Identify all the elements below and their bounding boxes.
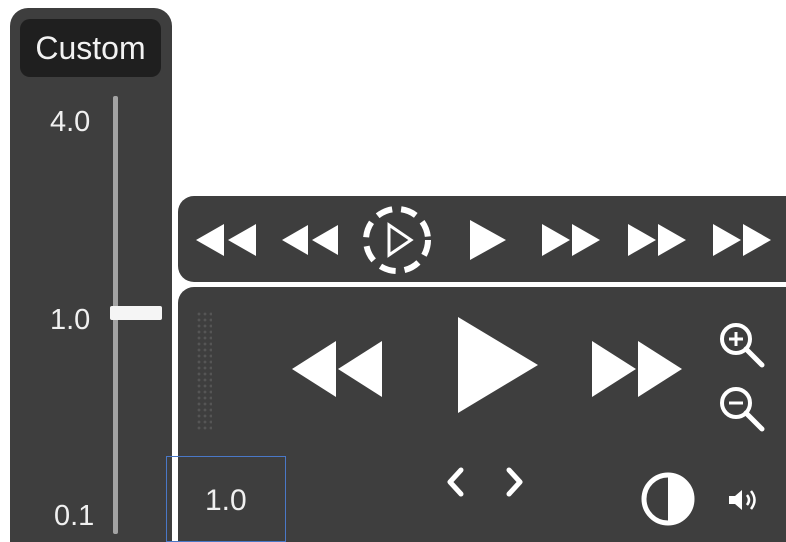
play-button[interactable]	[468, 218, 508, 262]
speed-tick-mid: 1.0	[50, 304, 91, 336]
forward-fastest-icon	[713, 224, 771, 256]
play-icon	[470, 220, 506, 260]
contrast-button[interactable]	[638, 471, 698, 527]
zoom-out-button[interactable]	[718, 385, 768, 435]
forward-fast-icon	[628, 224, 686, 256]
rewind-icon	[282, 225, 338, 255]
rewind-button[interactable]	[278, 220, 342, 260]
loop-play-button[interactable]	[361, 204, 433, 276]
rewind-icon	[292, 341, 382, 397]
zoom-out-icon	[720, 387, 765, 432]
forward-fast-button[interactable]	[626, 220, 690, 260]
speed-slider-thumb[interactable]	[110, 306, 162, 320]
play-icon	[458, 317, 538, 413]
speed-tick-min: 0.1	[54, 500, 95, 532]
speed-panel: Custom 4.0 1.0 0.1	[10, 8, 172, 542]
fast-forward-icon	[592, 341, 682, 397]
rewind-large-button[interactable]	[288, 337, 384, 401]
contrast-icon	[641, 472, 695, 526]
fast-forward-large-button[interactable]	[590, 337, 686, 401]
speed-tick-max: 4.0	[50, 106, 91, 138]
speaker-icon	[729, 490, 756, 510]
forward-button[interactable]	[540, 220, 604, 260]
previous-frame-button[interactable]	[444, 465, 466, 499]
zoom-in-icon	[720, 323, 765, 368]
chevron-left-icon	[447, 467, 464, 497]
custom-speed-label[interactable]: Custom	[20, 19, 161, 77]
drag-grip-icon[interactable]	[196, 311, 212, 431]
forward-fastest-button[interactable]	[711, 220, 775, 260]
rewind-fast-button[interactable]	[194, 220, 258, 260]
chevron-right-icon	[506, 467, 523, 497]
transport-bar	[178, 196, 786, 282]
forward-icon	[542, 224, 600, 256]
loop-play-icon	[363, 206, 431, 274]
next-frame-button[interactable]	[504, 465, 526, 499]
volume-button[interactable]	[726, 485, 762, 515]
play-large-button[interactable]	[456, 315, 540, 415]
zoom-in-button[interactable]	[718, 321, 768, 371]
playback-rate-value: 1.0	[205, 484, 247, 517]
rewind-fast-icon	[196, 224, 256, 256]
